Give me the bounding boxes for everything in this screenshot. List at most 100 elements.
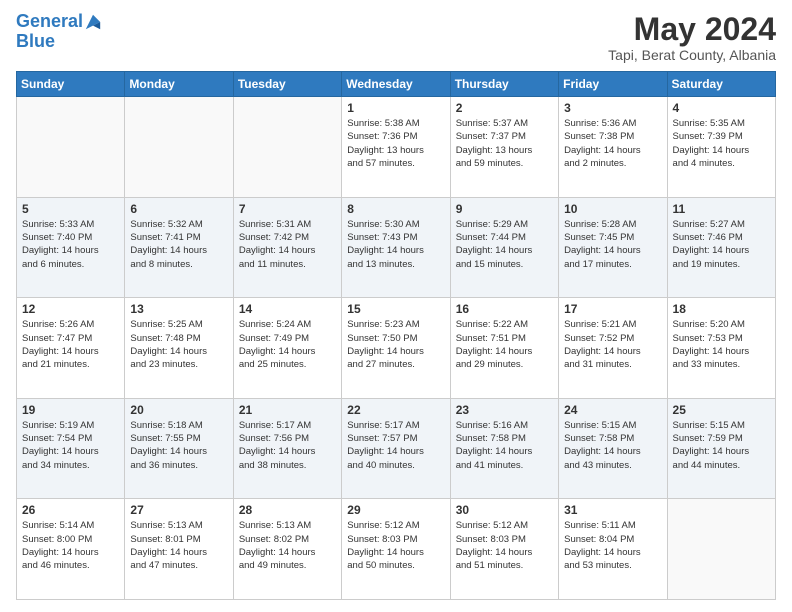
calendar-cell: 18 Sunrise: 5:20 AMSunset: 7:53 PMDayligh…	[667, 298, 775, 399]
calendar-header-friday: Friday	[559, 72, 667, 97]
day-info: Sunrise: 5:22 AMSunset: 7:51 PMDaylight:…	[456, 318, 553, 371]
day-number: 25	[673, 403, 770, 417]
header: General Blue May 2024 Tapi, Berat County…	[16, 12, 776, 63]
calendar-header-wednesday: Wednesday	[342, 72, 450, 97]
day-number: 29	[347, 503, 444, 517]
logo-text: General	[16, 12, 83, 32]
calendar-header-sunday: Sunday	[17, 72, 125, 97]
calendar-cell: 16 Sunrise: 5:22 AMSunset: 7:51 PMDayligh…	[450, 298, 558, 399]
day-info: Sunrise: 5:16 AMSunset: 7:58 PMDaylight:…	[456, 419, 553, 472]
day-number: 28	[239, 503, 336, 517]
logo-text-blue: Blue	[16, 32, 102, 52]
day-info: Sunrise: 5:38 AMSunset: 7:36 PMDaylight:…	[347, 117, 444, 170]
day-number: 23	[456, 403, 553, 417]
day-info: Sunrise: 5:15 AMSunset: 7:59 PMDaylight:…	[673, 419, 770, 472]
day-info: Sunrise: 5:32 AMSunset: 7:41 PMDaylight:…	[130, 218, 227, 271]
day-info: Sunrise: 5:31 AMSunset: 7:42 PMDaylight:…	[239, 218, 336, 271]
calendar-week-row: 26 Sunrise: 5:14 AMSunset: 8:00 PMDayligh…	[17, 499, 776, 600]
main-title: May 2024	[608, 12, 776, 47]
day-number: 9	[456, 202, 553, 216]
calendar-week-row: 1 Sunrise: 5:38 AMSunset: 7:36 PMDaylight…	[17, 97, 776, 198]
day-info: Sunrise: 5:12 AMSunset: 8:03 PMDaylight:…	[347, 519, 444, 572]
calendar-week-row: 19 Sunrise: 5:19 AMSunset: 7:54 PMDayligh…	[17, 398, 776, 499]
day-info: Sunrise: 5:13 AMSunset: 8:02 PMDaylight:…	[239, 519, 336, 572]
calendar-cell: 22 Sunrise: 5:17 AMSunset: 7:57 PMDayligh…	[342, 398, 450, 499]
calendar-cell: 4 Sunrise: 5:35 AMSunset: 7:39 PMDaylight…	[667, 97, 775, 198]
day-info: Sunrise: 5:18 AMSunset: 7:55 PMDaylight:…	[130, 419, 227, 472]
logo: General Blue	[16, 12, 102, 52]
day-number: 7	[239, 202, 336, 216]
calendar-cell: 1 Sunrise: 5:38 AMSunset: 7:36 PMDaylight…	[342, 97, 450, 198]
calendar-cell: 15 Sunrise: 5:23 AMSunset: 7:50 PMDayligh…	[342, 298, 450, 399]
day-info: Sunrise: 5:11 AMSunset: 8:04 PMDaylight:…	[564, 519, 661, 572]
day-info: Sunrise: 5:27 AMSunset: 7:46 PMDaylight:…	[673, 218, 770, 271]
calendar-cell	[667, 499, 775, 600]
calendar-cell: 7 Sunrise: 5:31 AMSunset: 7:42 PMDaylight…	[233, 197, 341, 298]
calendar-cell: 21 Sunrise: 5:17 AMSunset: 7:56 PMDayligh…	[233, 398, 341, 499]
day-number: 3	[564, 101, 661, 115]
subtitle: Tapi, Berat County, Albania	[608, 47, 776, 63]
day-info: Sunrise: 5:35 AMSunset: 7:39 PMDaylight:…	[673, 117, 770, 170]
calendar-cell: 25 Sunrise: 5:15 AMSunset: 7:59 PMDayligh…	[667, 398, 775, 499]
calendar-cell	[17, 97, 125, 198]
day-info: Sunrise: 5:20 AMSunset: 7:53 PMDaylight:…	[673, 318, 770, 371]
calendar-header-saturday: Saturday	[667, 72, 775, 97]
calendar-header-monday: Monday	[125, 72, 233, 97]
calendar-header-thursday: Thursday	[450, 72, 558, 97]
calendar-cell: 3 Sunrise: 5:36 AMSunset: 7:38 PMDaylight…	[559, 97, 667, 198]
calendar-cell	[233, 97, 341, 198]
day-info: Sunrise: 5:13 AMSunset: 8:01 PMDaylight:…	[130, 519, 227, 572]
day-number: 26	[22, 503, 119, 517]
day-info: Sunrise: 5:19 AMSunset: 7:54 PMDaylight:…	[22, 419, 119, 472]
day-number: 21	[239, 403, 336, 417]
calendar-cell: 13Sunrise: 5:25 AMSunset: 7:48 PMDayligh…	[125, 298, 233, 399]
day-info: Sunrise: 5:24 AMSunset: 7:49 PMDaylight:…	[239, 318, 336, 371]
day-number: 10	[564, 202, 661, 216]
title-block: May 2024 Tapi, Berat County, Albania	[608, 12, 776, 63]
calendar-cell: 26 Sunrise: 5:14 AMSunset: 8:00 PMDayligh…	[17, 499, 125, 600]
day-number: 15	[347, 302, 444, 316]
day-number: 18	[673, 302, 770, 316]
day-number: 2	[456, 101, 553, 115]
day-number: 4	[673, 101, 770, 115]
calendar-cell: 23 Sunrise: 5:16 AMSunset: 7:58 PMDayligh…	[450, 398, 558, 499]
day-info: Sunrise: 5:15 AMSunset: 7:58 PMDaylight:…	[564, 419, 661, 472]
day-number: 16	[456, 302, 553, 316]
calendar-cell: 14Sunrise: 5:24 AMSunset: 7:49 PMDayligh…	[233, 298, 341, 399]
day-number: 1	[347, 101, 444, 115]
calendar-cell: 28 Sunrise: 5:13 AMSunset: 8:02 PMDayligh…	[233, 499, 341, 600]
page: General Blue May 2024 Tapi, Berat County…	[0, 0, 792, 612]
day-info: Sunrise: 5:17 AMSunset: 7:57 PMDaylight:…	[347, 419, 444, 472]
calendar-cell: 27 Sunrise: 5:13 AMSunset: 8:01 PMDayligh…	[125, 499, 233, 600]
calendar-cell: 30 Sunrise: 5:12 AMSunset: 8:03 PMDayligh…	[450, 499, 558, 600]
day-number: 30	[456, 503, 553, 517]
day-info: Sunrise: 5:12 AMSunset: 8:03 PMDaylight:…	[456, 519, 553, 572]
day-number: 19	[22, 403, 119, 417]
day-info: Sunrise: 5:14 AMSunset: 8:00 PMDaylight:…	[22, 519, 119, 572]
day-info: Sunrise: 5:36 AMSunset: 7:38 PMDaylight:…	[564, 117, 661, 170]
day-number: 22	[347, 403, 444, 417]
day-number: 20	[130, 403, 227, 417]
day-info: Sunrise: 5:23 AMSunset: 7:50 PMDaylight:…	[347, 318, 444, 371]
calendar-week-row: 5Sunrise: 5:33 AMSunset: 7:40 PMDaylight…	[17, 197, 776, 298]
day-number: 8	[347, 202, 444, 216]
day-number: 6	[130, 202, 227, 216]
calendar-cell: 10 Sunrise: 5:28 AMSunset: 7:45 PMDayligh…	[559, 197, 667, 298]
day-number: 27	[130, 503, 227, 517]
calendar-header-tuesday: Tuesday	[233, 72, 341, 97]
day-info: Sunrise: 5:17 AMSunset: 7:56 PMDaylight:…	[239, 419, 336, 472]
calendar-cell: 6 Sunrise: 5:32 AMSunset: 7:41 PMDaylight…	[125, 197, 233, 298]
day-info: Sunrise: 5:33 AMSunset: 7:40 PMDaylight:…	[22, 218, 119, 271]
day-info: Sunrise: 5:28 AMSunset: 7:45 PMDaylight:…	[564, 218, 661, 271]
day-info: Sunrise: 5:21 AMSunset: 7:52 PMDaylight:…	[564, 318, 661, 371]
day-info: Sunrise: 5:29 AMSunset: 7:44 PMDaylight:…	[456, 218, 553, 271]
calendar-cell: 8Sunrise: 5:30 AMSunset: 7:43 PMDaylight…	[342, 197, 450, 298]
calendar-cell: 2 Sunrise: 5:37 AMSunset: 7:37 PMDaylight…	[450, 97, 558, 198]
calendar-cell: 19 Sunrise: 5:19 AMSunset: 7:54 PMDayligh…	[17, 398, 125, 499]
day-number: 13	[130, 302, 227, 316]
day-info: Sunrise: 5:37 AMSunset: 7:37 PMDaylight:…	[456, 117, 553, 170]
day-info: Sunrise: 5:26 AMSunset: 7:47 PMDaylight:…	[22, 318, 119, 371]
calendar-cell: 31Sunrise: 5:11 AMSunset: 8:04 PMDayligh…	[559, 499, 667, 600]
day-number: 17	[564, 302, 661, 316]
calendar-cell: 9 Sunrise: 5:29 AMSunset: 7:44 PMDaylight…	[450, 197, 558, 298]
